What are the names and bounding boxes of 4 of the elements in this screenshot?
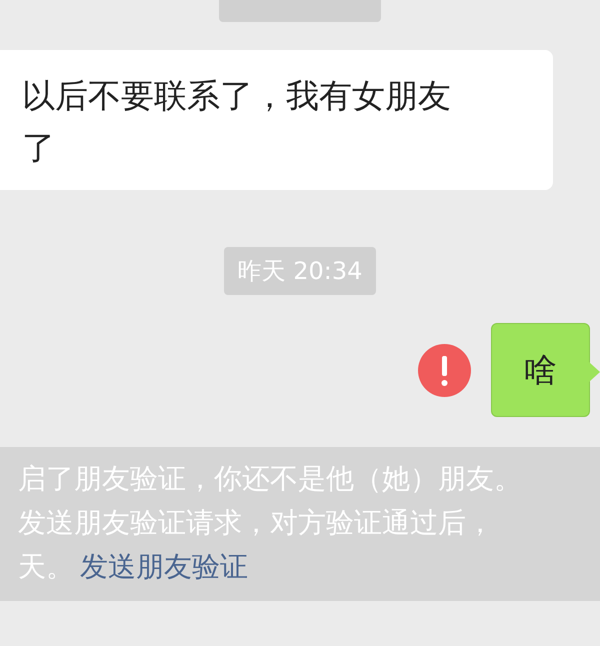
send-verification-link[interactable]: 发送朋友验证 xyxy=(80,545,248,589)
bubble-tail xyxy=(589,362,600,382)
message-bubble: 以后不要联系了，我有女朋友了 xyxy=(0,50,553,190)
error-icon[interactable] xyxy=(418,344,471,396)
